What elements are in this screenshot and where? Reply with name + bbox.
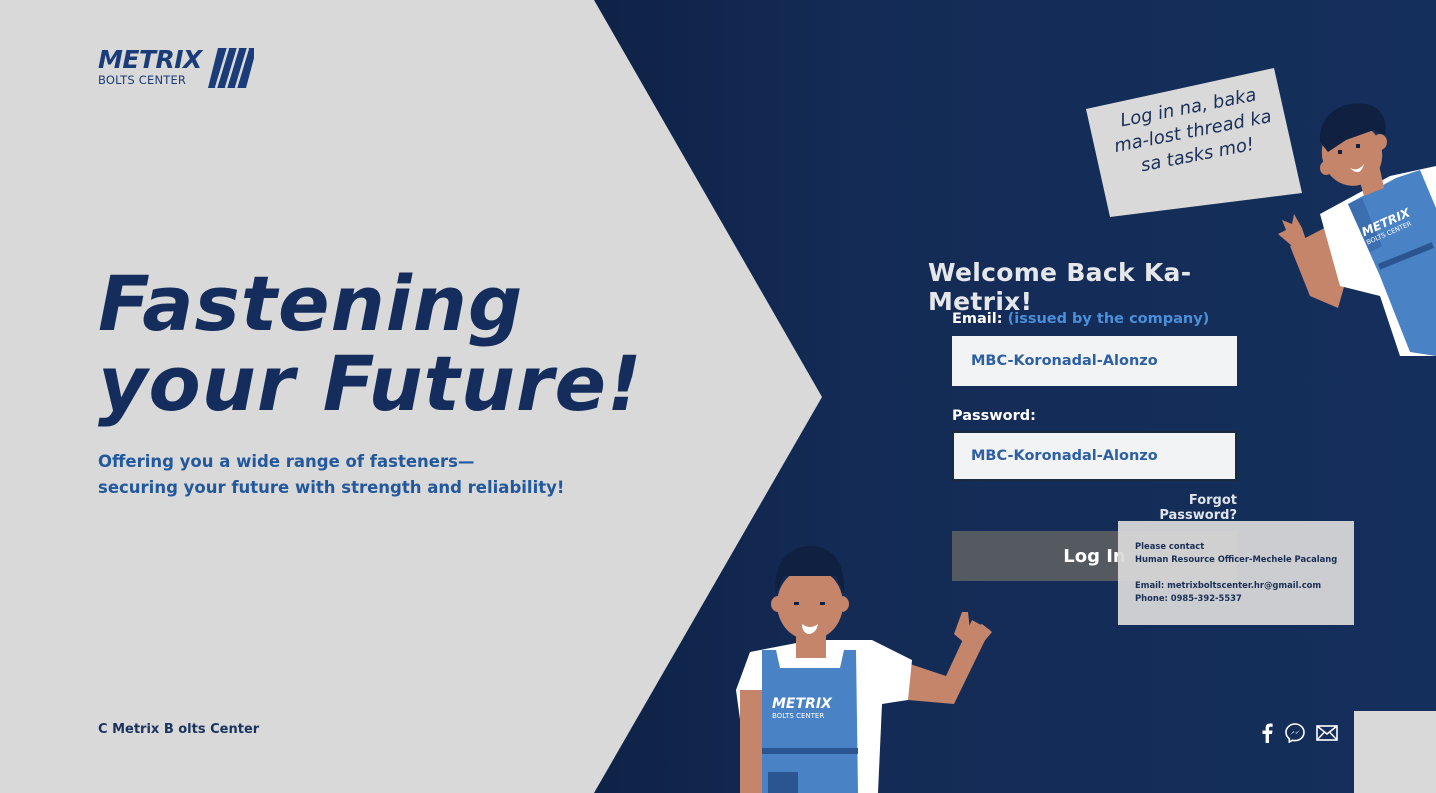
logo-wordmark: METRIX	[98, 45, 202, 74]
mascot-shirt-sub-bottom: BOLTS CENTER	[772, 712, 825, 720]
hero-subtitle: Offering you a wide range of fasteners— …	[98, 449, 618, 501]
tooltip-phone: Phone: 0985-392-5537	[1135, 593, 1242, 603]
email-label: Email: (issued by the company)	[952, 311, 1209, 327]
tooltip-line1: Please contact	[1135, 541, 1205, 551]
email-hint: (issued by the company)	[1007, 311, 1210, 327]
messenger-icon[interactable]	[1284, 722, 1306, 744]
hero-subtitle-line2: securing your future with strength and r…	[98, 478, 565, 497]
password-label: Password:	[952, 408, 1036, 424]
mascot-shirt-logo-bottom: METRIX BOLTS CENTER	[772, 697, 832, 721]
welcome-heading: Welcome Back Ka-Metrix!	[928, 258, 1192, 316]
hero-title-line1: Fastening	[98, 259, 524, 348]
tooltip-line2: Human Resource Officer-Mechele Pacalang	[1135, 554, 1338, 564]
hero-title: Fastening your Future!	[98, 264, 643, 424]
logo-bolt-mark-icon	[208, 48, 254, 88]
copyright-text: C Metrix B olts Center	[98, 722, 260, 737]
forgot-password-tooltip: Please contact Human Resource Officer-Me…	[1118, 521, 1354, 625]
mail-icon[interactable]	[1315, 722, 1339, 744]
password-field[interactable]	[952, 431, 1237, 481]
corner-block	[1354, 711, 1436, 793]
tooltip-email: Email: metrixboltscenter.hr@gmail.com	[1135, 580, 1322, 590]
brand-logo: METRIX BOLTS CENTER	[98, 46, 258, 90]
logo-subtitle: BOLTS CENTER	[98, 73, 187, 87]
facebook-icon[interactable]	[1258, 722, 1276, 744]
email-field[interactable]	[952, 336, 1237, 386]
email-label-text: Email:	[952, 311, 1003, 327]
mascot-shirt-wordmark-bottom: METRIX	[772, 696, 832, 712]
hero-subtitle-line1: Offering you a wide range of fasteners—	[98, 452, 475, 471]
hero-title-line2: your Future!	[98, 339, 643, 428]
forgot-password-link[interactable]: Forgot Password?	[1117, 493, 1237, 523]
